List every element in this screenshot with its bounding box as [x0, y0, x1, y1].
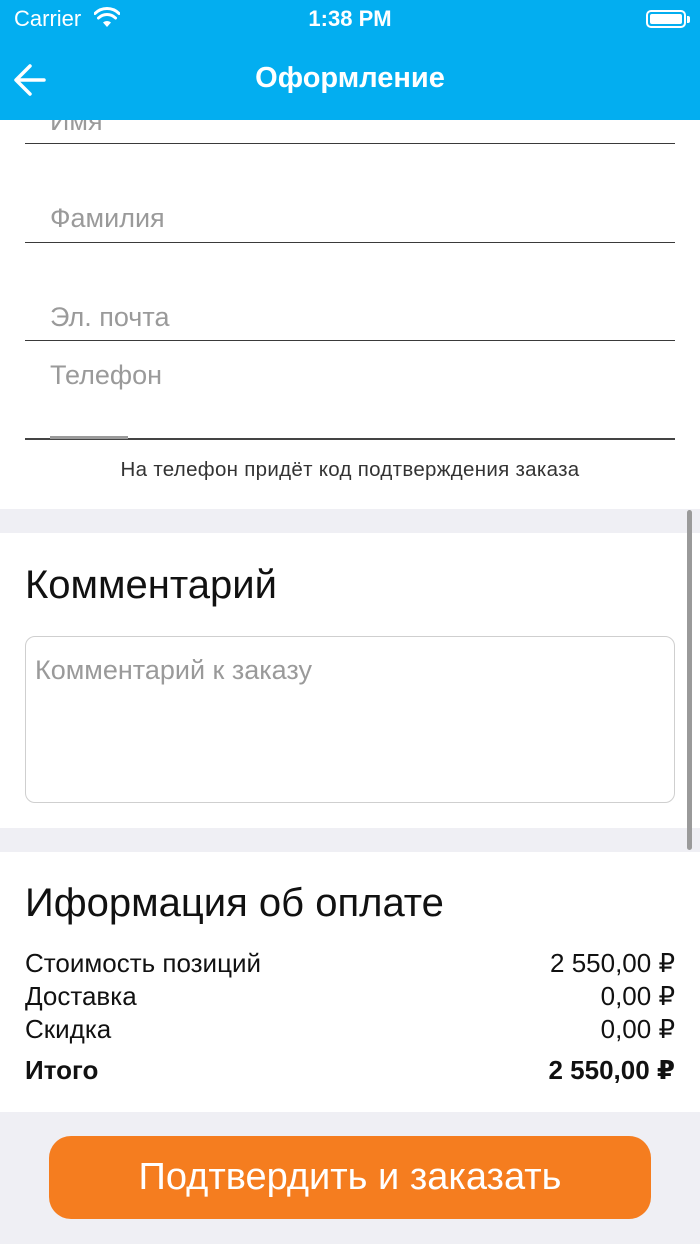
status-bar: Carrier 1:38 PM [0, 0, 700, 40]
status-time: 1:38 PM [308, 6, 392, 31]
phone-field[interactable]: Телефон [25, 340, 675, 440]
payment-row-value: 2 550,00 ₽ [550, 948, 675, 978]
comment-placeholder: Комментарий к заказу [35, 655, 312, 685]
comment-textarea[interactable]: Комментарий к заказу [25, 636, 675, 803]
payment-row-delivery: Доставка 0,00 ₽ [25, 981, 675, 1015]
payment-row-positions: Стоимость позиций 2 550,00 ₽ [25, 948, 675, 982]
payment-row-label: Стоимость позиций [25, 948, 262, 978]
payment-row-label: Скидка [25, 1014, 112, 1044]
last-name-placeholder: Фамилия [50, 203, 165, 233]
section-divider [0, 509, 700, 533]
payment-row-discount: Скидка 0,00 ₽ [25, 1014, 675, 1048]
first-name-field[interactable]: Имя [25, 120, 675, 144]
phone-placeholder: Телефон [50, 360, 163, 390]
page-title: Оформление [255, 62, 445, 94]
confirm-order-button[interactable]: Подтвердить и заказать [49, 1136, 651, 1219]
navigation-header: Carrier 1:38 PM Оформление [0, 0, 700, 120]
scrollbar[interactable] [687, 510, 692, 850]
phone-hint: На телефон придёт код подтверждения зака… [120, 458, 580, 481]
payment-row-label: Доставка [25, 981, 137, 1011]
payment-total-label: Итого [25, 1055, 99, 1085]
comment-section-title: Комментарий [25, 563, 277, 607]
email-placeholder: Эл. почта [50, 302, 170, 332]
payment-total-value: 2 550,00 ₽ [548, 1055, 675, 1085]
payment-row-value: 0,00 ₽ [600, 1014, 675, 1044]
phone-input-indicator [50, 436, 128, 439]
payment-section-title: Иформация об оплате [25, 881, 444, 925]
payment-total-row: Итого 2 550,00 ₽ [25, 1055, 675, 1089]
section-divider [0, 828, 700, 852]
payment-row-value: 0,00 ₽ [600, 981, 675, 1011]
email-field[interactable]: Эл. почта [25, 242, 675, 341]
first-name-placeholder: Имя [50, 120, 103, 136]
last-name-field[interactable]: Фамилия [25, 143, 675, 243]
battery-icon [646, 10, 690, 28]
